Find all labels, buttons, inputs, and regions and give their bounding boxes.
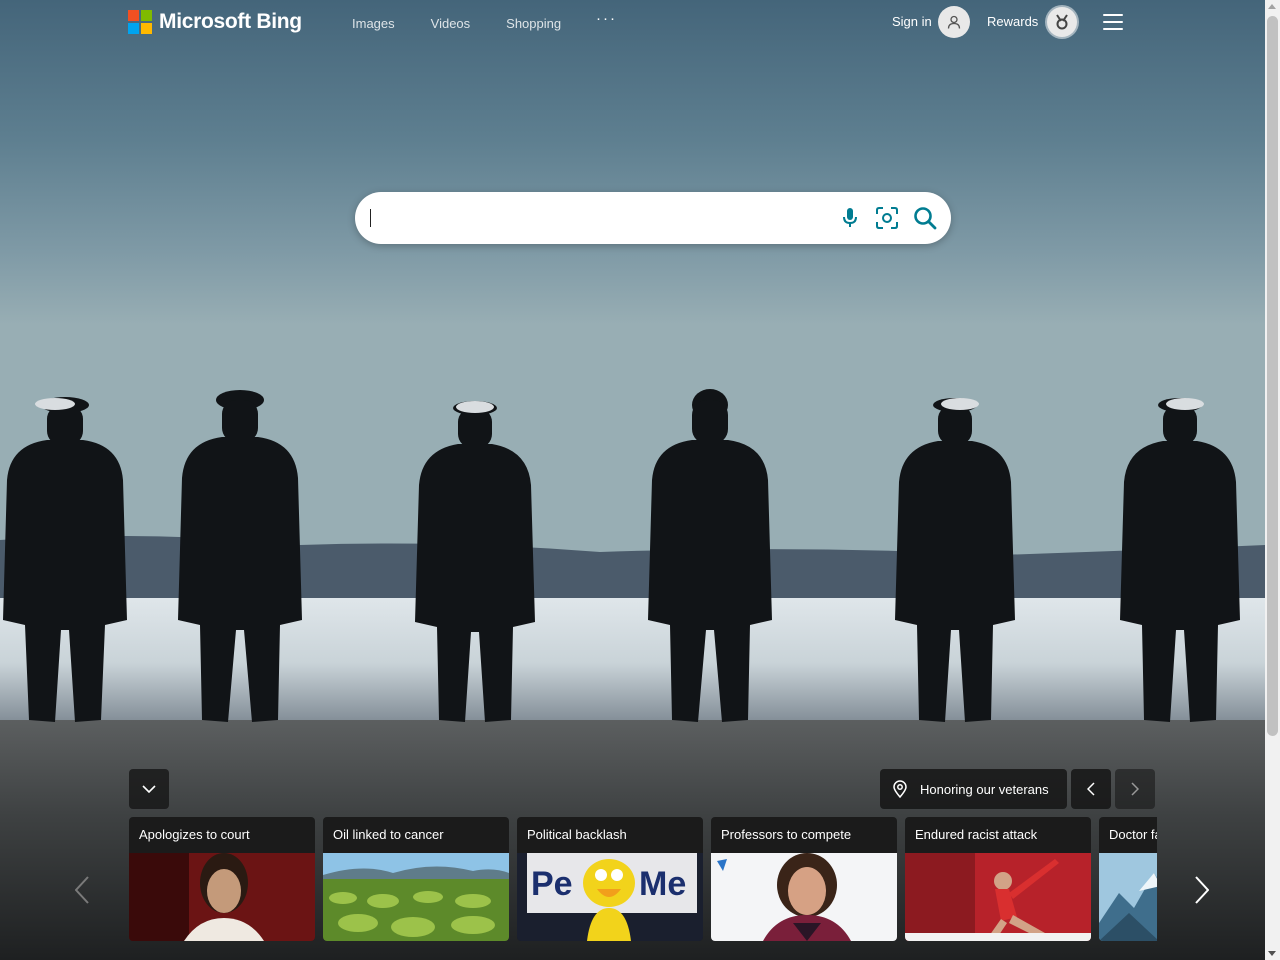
news-carousel: Apologizes to court Oil linked to cancer…	[129, 817, 1157, 941]
nav-images[interactable]: Images	[352, 16, 395, 31]
news-card-image: Pe Me	[517, 853, 703, 941]
avatar[interactable]	[938, 6, 970, 38]
news-previous-button[interactable]	[67, 870, 97, 910]
nav-videos[interactable]: Videos	[431, 16, 471, 31]
rewards-link[interactable]: Rewards	[987, 14, 1038, 29]
news-card-image	[1099, 853, 1157, 941]
microsoft-logo-icon	[128, 10, 152, 34]
chevron-right-icon	[1131, 782, 1139, 796]
top-nav: Images Videos Shopping	[352, 16, 561, 31]
news-card[interactable]: Endured racist attack	[905, 817, 1091, 941]
news-card[interactable]: Political backlash Pe Me	[517, 817, 703, 941]
news-next-button[interactable]	[1187, 870, 1217, 910]
chevron-left-icon	[1087, 782, 1095, 796]
logo-text: Microsoft Bing	[159, 10, 302, 33]
news-card[interactable]: Professors to compete	[711, 817, 897, 941]
nav-shopping[interactable]: Shopping	[506, 16, 561, 31]
search-input[interactable]	[371, 200, 825, 238]
search-icon[interactable]	[912, 205, 938, 231]
svg-text:Me: Me	[639, 865, 686, 903]
image-info-button[interactable]: Honoring our veterans	[880, 769, 1067, 809]
collapse-feed-button[interactable]	[129, 769, 169, 809]
scroll-thumb[interactable]	[1267, 16, 1278, 736]
scroll-up-arrow-icon[interactable]	[1268, 4, 1276, 9]
search-box[interactable]	[355, 192, 951, 244]
news-card-image	[129, 853, 315, 941]
next-image-button[interactable]	[1115, 769, 1155, 809]
chevron-left-icon	[75, 876, 89, 904]
scroll-down-arrow-icon[interactable]	[1268, 951, 1276, 956]
news-card-title: Professors to compete	[721, 827, 852, 842]
page-scrollbar[interactable]	[1265, 0, 1280, 960]
news-card-title: Oil linked to cancer	[333, 827, 444, 842]
news-card[interactable]: Oil linked to cancer	[323, 817, 509, 941]
bing-logo[interactable]: Microsoft Bing	[128, 10, 302, 34]
news-card-image	[323, 853, 509, 941]
news-card-title: Doctor fa	[1109, 827, 1157, 842]
chevron-down-icon	[142, 785, 156, 793]
news-card[interactable]: Doctor fa	[1099, 817, 1157, 941]
image-title: Honoring our veterans	[920, 781, 1049, 797]
settings-menu-button[interactable]	[1103, 14, 1123, 30]
mic-icon[interactable]	[837, 205, 863, 231]
svg-text:Pe: Pe	[531, 865, 573, 903]
text-cursor	[370, 209, 371, 227]
more-menu-button[interactable]: ···	[596, 10, 617, 27]
visual-search-icon[interactable]	[874, 205, 900, 231]
rewards-button[interactable]	[1047, 7, 1077, 37]
sign-in-link[interactable]: Sign in	[892, 14, 932, 29]
hamburger-icon	[1103, 14, 1123, 16]
chevron-right-icon	[1195, 876, 1209, 904]
background-image	[0, 0, 1265, 960]
news-card[interactable]: Apologizes to court	[129, 817, 315, 941]
news-card-title: Apologizes to court	[139, 827, 250, 842]
location-pin-icon	[893, 780, 907, 798]
news-card-title: Political backlash	[527, 827, 627, 842]
news-card-title: Endured racist attack	[915, 827, 1038, 842]
news-card-image	[711, 853, 897, 941]
news-card-image	[905, 853, 1091, 941]
rewards-medal-icon	[1056, 14, 1068, 30]
user-icon	[947, 15, 961, 29]
previous-image-button[interactable]	[1071, 769, 1111, 809]
